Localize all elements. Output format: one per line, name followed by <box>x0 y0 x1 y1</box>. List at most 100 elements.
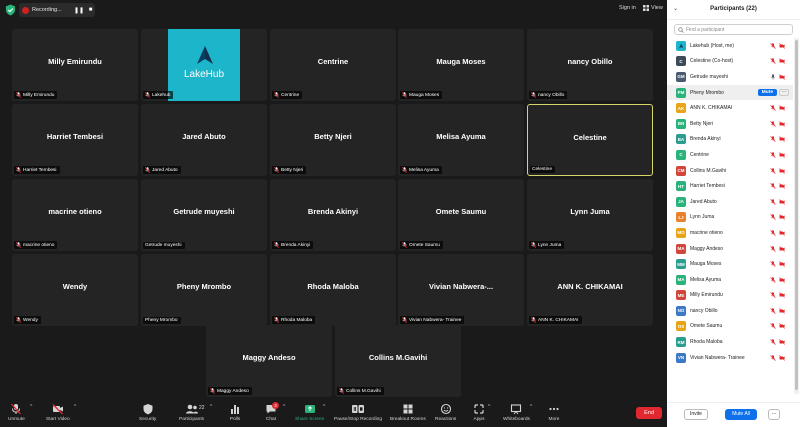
video-tile[interactable]: Celestine Celestine <box>527 104 653 176</box>
chat-options-chevron-icon[interactable]: ^ <box>283 404 285 410</box>
video-tile[interactable]: Pheny Mrombo Pheny Mrombo <box>141 254 267 326</box>
participant-row[interactable]: JA Jared Abuto <box>667 194 793 210</box>
mic-muted-icon <box>770 261 776 267</box>
participant-row[interactable]: AK ANN K. CHIKAMAI <box>667 100 793 116</box>
video-tile[interactable]: Getrude muyeshi Getrude muyeshi <box>141 179 267 251</box>
video-tile[interactable]: Melisa Ayuma Melisa Ayuma <box>398 104 524 176</box>
panel-more-button[interactable]: ... <box>768 409 780 420</box>
share-options-chevron-icon[interactable]: ^ <box>323 404 325 410</box>
video-tile[interactable]: Mauga Moses Mauga Moses <box>398 29 524 101</box>
share-screen-button[interactable]: Share Screen <box>295 403 324 422</box>
video-tile[interactable]: Milly Emirundu Milly Emirundu <box>12 29 138 101</box>
more-button[interactable]: More <box>548 403 560 422</box>
invite-button[interactable]: Invite <box>684 409 708 420</box>
participant-row[interactable]: MM Mauga Moses <box>667 256 793 272</box>
participant-list-name: Collins M.Gavihi <box>690 167 727 174</box>
mic-muted-icon <box>770 230 776 236</box>
participant-row[interactable]: VN Vivian Nabwera- Trainee <box>667 350 793 366</box>
video-options-chevron-icon[interactable]: ^ <box>74 404 76 410</box>
security-button[interactable]: Security <box>139 403 156 422</box>
pause-stop-recording-button[interactable]: Pause/Stop Recording <box>334 403 382 422</box>
mic-muted-icon <box>770 308 776 314</box>
mic-muted-icon <box>770 214 776 221</box>
video-off-icon <box>779 308 785 314</box>
mute-all-button[interactable]: Mute All <box>725 409 757 420</box>
participant-row[interactable]: ME Milly Emirundu <box>667 288 793 304</box>
participant-row[interactable]: C Centrine <box>667 147 793 163</box>
video-tile[interactable]: ANN K. CHIKAMAI ANN K. CHIKAMAI <box>527 254 653 326</box>
video-off-icon <box>779 276 785 283</box>
view-button[interactable]: View <box>643 5 663 11</box>
pause-recording-button[interactable]: ❚❚ <box>74 7 84 14</box>
participant-row[interactable]: CM Collins M.Gavihi <box>667 163 793 179</box>
participant-row[interactable]: C Celestine (Co-host) <box>667 54 793 70</box>
video-tile[interactable]: Collins M.Gavihi Collins M.Gavihi <box>335 325 461 397</box>
mic-muted-icon <box>770 58 776 65</box>
video-off-icon <box>779 42 785 49</box>
video-tile[interactable]: Rhoda Maloba Rhoda Maloba <box>270 254 396 326</box>
video-tile[interactable]: Betty Njeri Betty Njeri <box>270 104 396 176</box>
whiteboards-options-chevron-icon[interactable]: ^ <box>530 404 532 410</box>
avatar: GM <box>676 71 686 82</box>
video-tile[interactable]: LakeHub Lakehub <box>141 29 267 101</box>
video-tile[interactable]: Harriet Tembesi Harriet Tembesi <box>12 104 138 176</box>
participant-row[interactable]: OS Omete Saumu <box>667 319 793 335</box>
breakout-rooms-button[interactable]: Breakout Rooms <box>390 403 426 422</box>
participant-row[interactable]: BN Betty Njeri <box>667 116 793 132</box>
whiteboards-button[interactable]: Whiteboards <box>503 403 530 422</box>
unmute-button[interactable]: Unmute <box>8 403 25 422</box>
video-tile[interactable]: Wendy Wendy <box>12 254 138 326</box>
video-tile[interactable]: Centrine Centrine <box>270 29 396 101</box>
stop-recording-button[interactable]: ■ <box>86 7 95 13</box>
video-tile[interactable]: Lynn Juma Lynn Juma <box>527 179 653 251</box>
avatar: HT <box>676 181 686 192</box>
participant-row[interactable]: GM Getrude muyeshi <box>667 69 793 85</box>
participant-row[interactable]: HT Harriet Tembesi <box>667 178 793 194</box>
find-participant-input[interactable]: Find a participant <box>674 24 793 35</box>
apps-options-chevron-icon[interactable]: ^ <box>488 404 490 410</box>
participant-row[interactable]: MA Maggy Andeso <box>667 241 793 257</box>
participant-status-icons <box>770 105 785 112</box>
video-tile[interactable]: Maggy Andeso Maggy Andeso <box>206 325 332 397</box>
participant-list-name: Lynn Juma <box>690 214 715 221</box>
shield-icon[interactable] <box>5 4 16 16</box>
participant-status-icons <box>770 152 785 158</box>
apps-button[interactable]: Apps <box>473 403 485 422</box>
participants-options-chevron-icon[interactable]: ^ <box>210 404 212 410</box>
participant-status-icons <box>770 42 785 49</box>
scrollbar-thumb[interactable] <box>795 40 798 390</box>
breakout-rooms-icon <box>403 404 413 414</box>
participant-row[interactable]: LJ Lynn Juma <box>667 210 793 226</box>
participant-row[interactable]: RM Rhoda Maloba <box>667 334 793 350</box>
participant-label-text: Betty Njeri <box>281 167 304 173</box>
mute-participant-button[interactable]: Mute <box>757 89 777 97</box>
start-video-button[interactable]: Start Video <box>46 403 70 422</box>
video-tile[interactable]: Jared Abuto Jared Abuto <box>141 104 267 176</box>
participant-row[interactable]: MO macrine otieno <box>667 225 793 241</box>
participant-list-name: Brenda Akinyi <box>690 136 721 143</box>
participant-name-label: Betty Njeri <box>272 166 307 174</box>
participant-row[interactable]: PM Pheny Mrombo Mute ··· <box>667 84 793 101</box>
video-off-icon <box>779 339 785 345</box>
video-tile[interactable]: nancy Obillo nancy Obillo <box>527 29 653 101</box>
mic-muted-icon <box>770 183 776 189</box>
video-tile[interactable]: macrine otieno macrine otieno <box>12 179 138 251</box>
video-tile[interactable]: Omete Saumu Omete Saumu <box>398 179 524 251</box>
mic-muted-icon <box>770 339 776 345</box>
sign-in-link[interactable]: Sign in <box>619 5 636 11</box>
participant-row[interactable]: NO nancy Obillo <box>667 303 793 319</box>
video-tile[interactable]: Vivian Nabwera-... Vivian Nabwera- Traine… <box>398 254 524 326</box>
participant-list-scrollbar[interactable] <box>794 38 799 394</box>
participant-row[interactable]: Lakehub (Host, me) <box>667 38 793 54</box>
end-meeting-button[interactable]: End <box>636 407 662 419</box>
polls-button[interactable]: Polls <box>229 403 241 422</box>
participant-row[interactable]: BA Brenda Akinyi <box>667 132 793 148</box>
avatar: NO <box>676 305 686 316</box>
reactions-button[interactable]: Reactions <box>435 403 456 422</box>
video-off-icon <box>779 74 785 80</box>
participant-name: nancy Obillo <box>567 57 613 66</box>
participant-more-button[interactable]: ··· <box>779 89 789 97</box>
video-tile[interactable]: Brenda Akinyi Brenda Akinyi <box>270 179 396 251</box>
participant-row[interactable]: MA Melisa Ayuma <box>667 272 793 288</box>
audio-options-chevron-icon[interactable]: ^ <box>30 404 32 410</box>
